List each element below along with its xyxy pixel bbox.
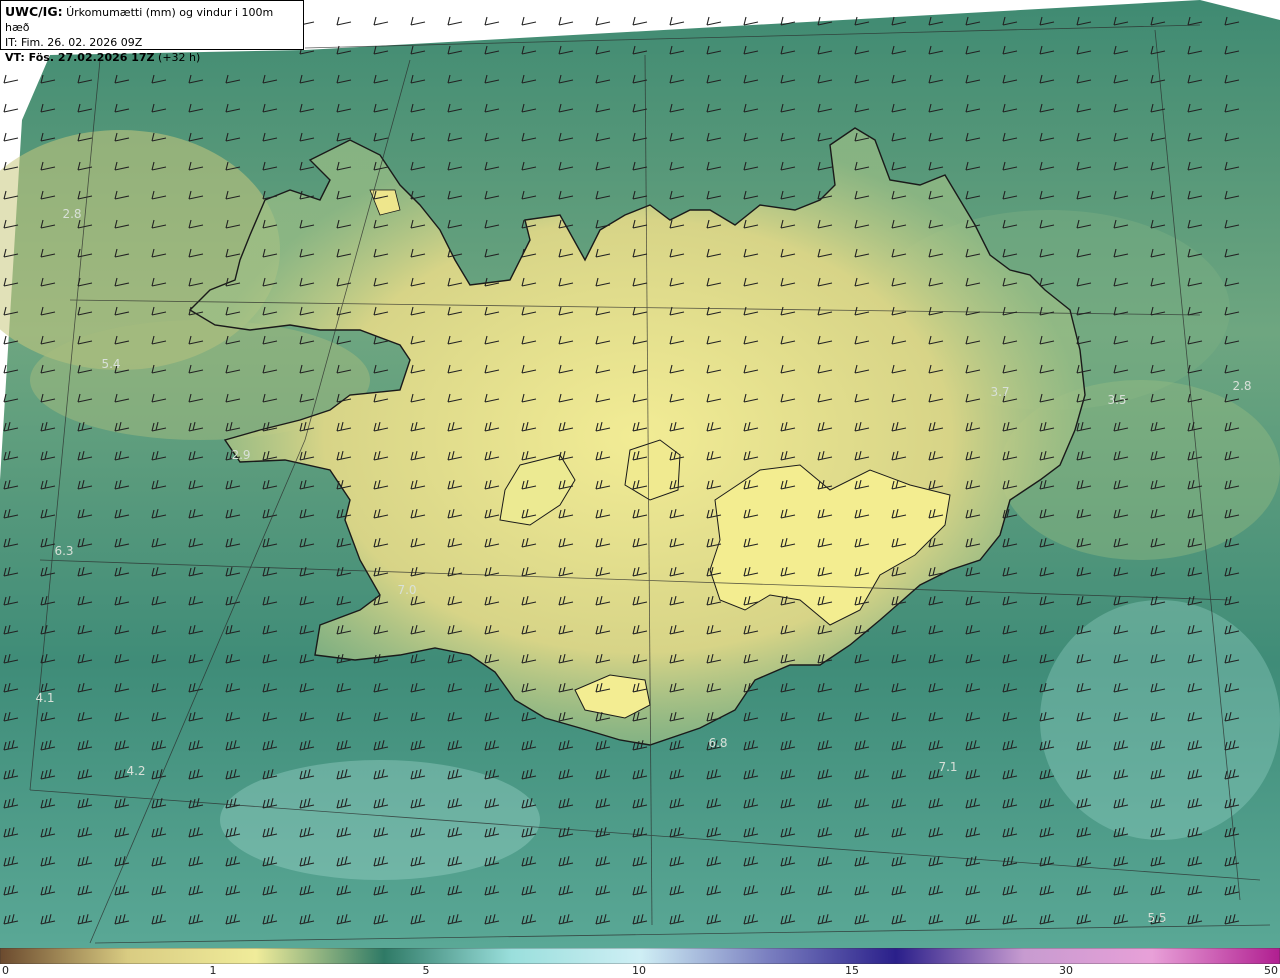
field-value-label: 7.1 bbox=[938, 760, 958, 774]
wind-barb bbox=[336, 16, 352, 26]
valid-time-line: VT: Fös. 27.02.2026 17Z (+32 h) bbox=[5, 50, 299, 65]
wind-barb bbox=[743, 16, 759, 26]
colorbar-tick: 0 bbox=[2, 964, 9, 977]
field-value-label: 2.8 bbox=[1232, 379, 1252, 393]
field-value-label: 5.5 bbox=[1147, 911, 1167, 925]
valid-time: VT: Fös. 27.02.2026 17Z bbox=[5, 51, 155, 64]
wind-barb bbox=[632, 16, 648, 26]
field-value-label: 5.4 bbox=[101, 357, 121, 371]
wind-barb bbox=[373, 16, 389, 26]
wind-barb bbox=[3, 132, 19, 142]
colorbar-ticks: 0 1 5 10 15 30 50 bbox=[0, 964, 1280, 978]
model-label: UWC/IG: bbox=[5, 4, 63, 19]
colorbar-gradient bbox=[0, 948, 1280, 964]
wind-barb bbox=[521, 16, 537, 26]
field-value-label: 7.0 bbox=[397, 583, 417, 597]
wind-barb bbox=[3, 74, 19, 84]
precip-wind-map[interactable]: UWC/IG: Úrkomumætti (mm) og vindur i 100… bbox=[0, 0, 1280, 948]
wind-barb bbox=[447, 16, 463, 26]
field-value-label: 2.8 bbox=[62, 207, 82, 221]
colorbar-tick: 50 bbox=[1264, 964, 1278, 977]
colorbar bbox=[0, 948, 1280, 964]
field-value-label: 3.5 bbox=[1107, 393, 1127, 407]
wind-barb bbox=[706, 16, 722, 26]
field-value-label: 4.1 bbox=[35, 691, 55, 705]
lead-time: (+32 h) bbox=[158, 51, 201, 64]
wind-barb bbox=[410, 16, 426, 26]
wind-barb bbox=[3, 103, 19, 113]
colorbar-tick: 15 bbox=[845, 964, 859, 977]
wind-barb bbox=[669, 16, 685, 26]
colorbar-tick: 1 bbox=[209, 964, 217, 977]
field-value-label: 6.3 bbox=[54, 544, 74, 558]
map-info-box: UWC/IG: Úrkomumætti (mm) og vindur i 100… bbox=[0, 0, 304, 64]
wind-barb bbox=[558, 16, 574, 26]
colorbar-tick: 30 bbox=[1059, 964, 1073, 977]
field-value-label: 4.2 bbox=[126, 764, 146, 778]
field-value-label: 6.8 bbox=[708, 736, 728, 750]
wind-barb bbox=[595, 16, 611, 26]
title-line: UWC/IG: Úrkomumætti (mm) og vindur i 100… bbox=[5, 4, 299, 35]
colorbar-tick: 5 bbox=[422, 964, 430, 977]
map-canvas bbox=[0, 0, 1280, 948]
colorbar-tick: 10 bbox=[632, 964, 646, 977]
wind-barb bbox=[484, 16, 500, 26]
field-value-label: 3.7 bbox=[990, 385, 1010, 399]
field-value-label: 2.9 bbox=[231, 448, 251, 462]
issue-time: IT: Fim. 26. 02. 2026 09Z bbox=[5, 36, 143, 49]
